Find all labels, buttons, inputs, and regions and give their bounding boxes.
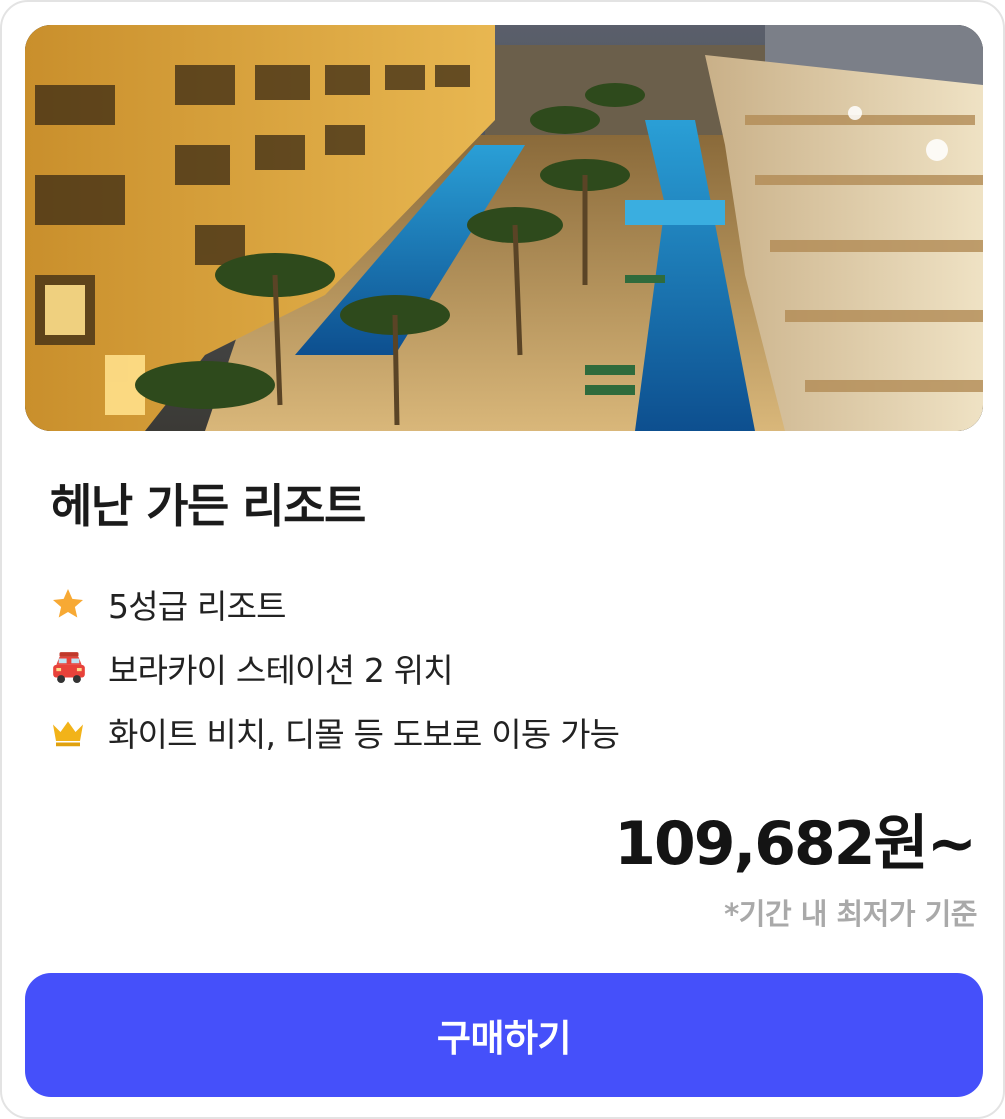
feature-item-access: 화이트 비치, 디몰 등 도보로 이동 가능	[50, 700, 620, 764]
feature-list: 5성급 리조트 보라카이 스테이션 2 위치 화이트 비치, 디몰 등 도보로 …	[50, 572, 620, 764]
price: 109,682원~	[614, 809, 977, 879]
crown-icon	[50, 712, 90, 752]
buy-button[interactable]: 구매하기	[25, 973, 983, 1097]
price-note: *기간 내 최저가 기준	[724, 897, 977, 931]
feature-item-location: 보라카이 스테이션 2 위치	[50, 636, 619, 700]
feature-text: 보라카이 스테이션 2 위치	[108, 651, 454, 690]
buy-button-label: 구매하기	[436, 1017, 572, 1060]
resort-photo	[25, 25, 983, 431]
feature-item-grade: 5성급 리조트	[50, 572, 619, 636]
product-card[interactable]: 헤난 가든 리조트 5성급 리조트 보라카이 스테이션 2 위치 화이트 비치,…	[0, 0, 1005, 1119]
feature-text: 5성급 리조트	[108, 587, 286, 626]
hotel-title: 헤난 가든 리조트	[50, 479, 366, 533]
star-icon	[50, 584, 90, 624]
car-icon	[50, 648, 90, 688]
feature-text: 화이트 비치, 디몰 등 도보로 이동 가능	[108, 715, 620, 754]
